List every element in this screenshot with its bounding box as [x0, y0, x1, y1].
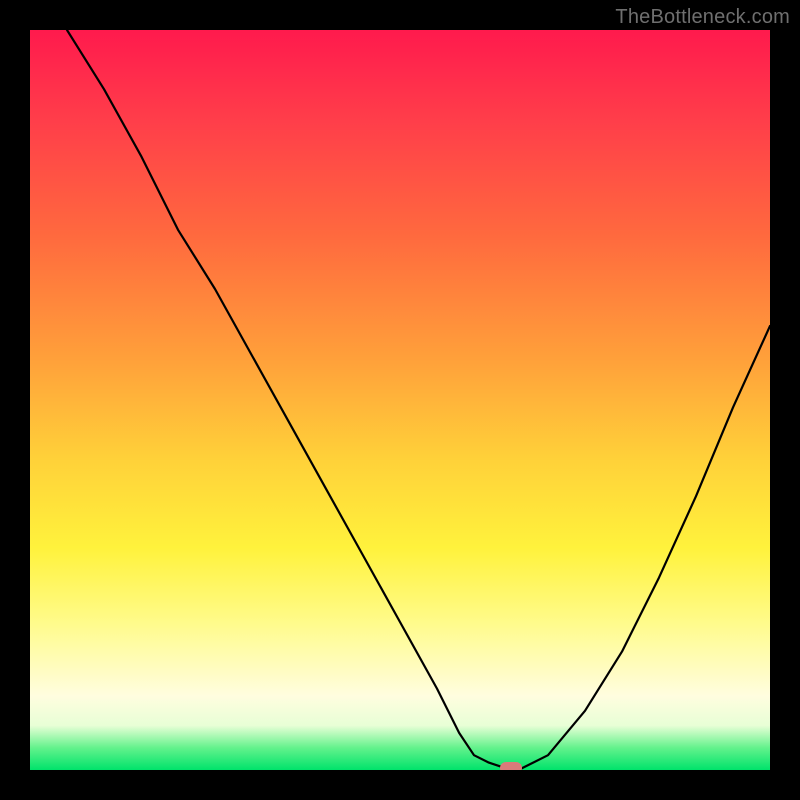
chart-svg: [30, 30, 770, 770]
bottleneck-curve: [67, 30, 770, 770]
optimal-marker: [500, 762, 522, 770]
watermark-text: TheBottleneck.com: [615, 6, 790, 29]
plot-area: [30, 30, 770, 770]
chart-frame: TheBottleneck.com: [0, 0, 800, 800]
